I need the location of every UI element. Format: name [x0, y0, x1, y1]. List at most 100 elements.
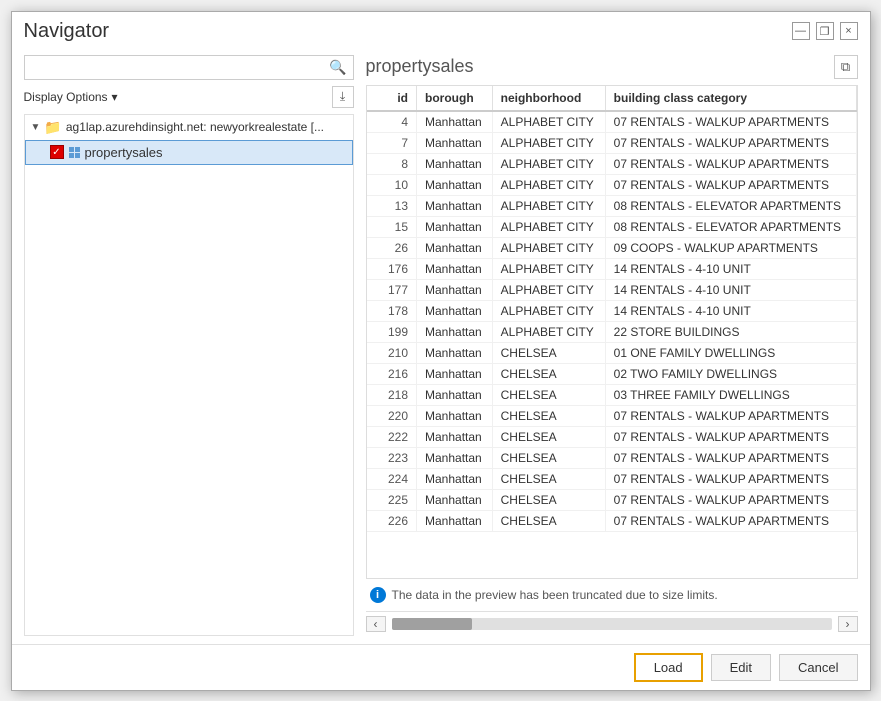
minimize-button[interactable]: —: [792, 22, 810, 40]
dialog-title: Navigator: [24, 20, 110, 43]
cell-neighborhood: CHELSEA: [492, 384, 605, 405]
col-header-id: id: [367, 86, 417, 111]
table-row: 210 Manhattan CHELSEA 01 ONE FAMILY DWEL…: [367, 342, 857, 363]
cell-borough: Manhattan: [417, 405, 493, 426]
tree-expand-icon: ▼: [31, 122, 41, 133]
cell-id: 199: [367, 321, 417, 342]
cell-borough: Manhattan: [417, 174, 493, 195]
cell-id: 178: [367, 300, 417, 321]
cell-neighborhood: ALPHABET CITY: [492, 258, 605, 279]
close-button[interactable]: ×: [840, 22, 858, 40]
restore-button[interactable]: ❐: [816, 22, 834, 40]
edit-button[interactable]: Edit: [711, 654, 771, 681]
cell-neighborhood: ALPHABET CITY: [492, 300, 605, 321]
display-options-label: Display Options: [24, 90, 108, 104]
cell-category: 14 RENTALS - 4-10 UNIT: [605, 279, 856, 300]
cell-borough: Manhattan: [417, 447, 493, 468]
tree-table-node[interactable]: ✓ propertysales: [25, 140, 353, 165]
cell-category: 14 RENTALS - 4-10 UNIT: [605, 258, 856, 279]
server-label: ag1lap.azurehdinsight.net: newyorkreales…: [66, 120, 347, 134]
load-button[interactable]: Load: [634, 653, 703, 682]
table-header-row: id borough neighborhood building class c…: [367, 86, 857, 111]
cell-id: 4: [367, 111, 417, 133]
cell-id: 26: [367, 237, 417, 258]
cell-id: 222: [367, 426, 417, 447]
import-button[interactable]: ⤓: [332, 86, 354, 108]
cell-borough: Manhattan: [417, 300, 493, 321]
preview-title: propertysales: [366, 56, 474, 77]
cell-borough: Manhattan: [417, 384, 493, 405]
table-row: 220 Manhattan CHELSEA 07 RENTALS - WALKU…: [367, 405, 857, 426]
cell-id: 216: [367, 363, 417, 384]
cell-id: 210: [367, 342, 417, 363]
copy-icon: ⧉: [841, 59, 850, 75]
cell-neighborhood: CHELSEA: [492, 363, 605, 384]
cell-borough: Manhattan: [417, 342, 493, 363]
cell-id: 15: [367, 216, 417, 237]
tree-area: ▼ 📁 ag1lap.azurehdinsight.net: newyorkre…: [24, 114, 354, 636]
table-row: 199 Manhattan ALPHABET CITY 22 STORE BUI…: [367, 321, 857, 342]
title-bar-controls: — ❐ ×: [792, 22, 858, 40]
table-row: 177 Manhattan ALPHABET CITY 14 RENTALS -…: [367, 279, 857, 300]
table-row: 226 Manhattan CHELSEA 07 RENTALS - WALKU…: [367, 510, 857, 531]
table-row: 13 Manhattan ALPHABET CITY 08 RENTALS - …: [367, 195, 857, 216]
table-row: 26 Manhattan ALPHABET CITY 09 COOPS - WA…: [367, 237, 857, 258]
table-row: 10 Manhattan ALPHABET CITY 07 RENTALS - …: [367, 174, 857, 195]
tree-server-node[interactable]: ▼ 📁 ag1lap.azurehdinsight.net: newyorkre…: [25, 115, 353, 140]
truncated-notice: i The data in the preview has been trunc…: [366, 579, 858, 611]
cell-neighborhood: ALPHABET CITY: [492, 321, 605, 342]
cell-id: 224: [367, 468, 417, 489]
preview-header: propertysales ⧉: [366, 55, 858, 79]
cell-category: 08 RENTALS - ELEVATOR APARTMENTS: [605, 195, 856, 216]
info-icon: i: [370, 587, 386, 603]
horizontal-scrollbar[interactable]: ‹ ›: [366, 611, 858, 636]
scroll-thumb[interactable]: [392, 618, 472, 630]
cell-category: 07 RENTALS - WALKUP APARTMENTS: [605, 132, 856, 153]
cell-borough: Manhattan: [417, 363, 493, 384]
cell-neighborhood: ALPHABET CITY: [492, 111, 605, 133]
cell-borough: Manhattan: [417, 132, 493, 153]
preview-copy-button[interactable]: ⧉: [834, 55, 858, 79]
cell-category: 02 TWO FAMILY DWELLINGS: [605, 363, 856, 384]
table-row: 224 Manhattan CHELSEA 07 RENTALS - WALKU…: [367, 468, 857, 489]
title-bar: Navigator — ❐ ×: [12, 12, 870, 47]
cell-category: 07 RENTALS - WALKUP APARTMENTS: [605, 426, 856, 447]
cell-neighborhood: CHELSEA: [492, 342, 605, 363]
cell-id: 220: [367, 405, 417, 426]
table-row: 7 Manhattan ALPHABET CITY 07 RENTALS - W…: [367, 132, 857, 153]
table-row: 178 Manhattan ALPHABET CITY 14 RENTALS -…: [367, 300, 857, 321]
cell-neighborhood: CHELSEA: [492, 468, 605, 489]
table-row: 218 Manhattan CHELSEA 03 THREE FAMILY DW…: [367, 384, 857, 405]
cell-category: 07 RENTALS - WALKUP APARTMENTS: [605, 447, 856, 468]
table-grid-icon: [69, 147, 80, 158]
checkbox-checked-icon[interactable]: ✓: [50, 145, 64, 159]
scroll-right-arrow[interactable]: ›: [838, 616, 858, 632]
cancel-button[interactable]: Cancel: [779, 654, 857, 681]
scroll-left-arrow[interactable]: ‹: [366, 616, 386, 632]
cell-category: 14 RENTALS - 4-10 UNIT: [605, 300, 856, 321]
cell-borough: Manhattan: [417, 468, 493, 489]
cell-neighborhood: ALPHABET CITY: [492, 216, 605, 237]
cell-borough: Manhattan: [417, 237, 493, 258]
col-header-neighborhood: neighborhood: [492, 86, 605, 111]
cell-neighborhood: CHELSEA: [492, 405, 605, 426]
cell-borough: Manhattan: [417, 216, 493, 237]
cell-neighborhood: CHELSEA: [492, 426, 605, 447]
cell-category: 07 RENTALS - WALKUP APARTMENTS: [605, 111, 856, 133]
left-panel: 🔍 Display Options ▾ ⤓ ▼ 📁 ag1lap.azurehd: [24, 55, 354, 636]
search-input[interactable]: [31, 60, 330, 75]
table-row: 222 Manhattan CHELSEA 07 RENTALS - WALKU…: [367, 426, 857, 447]
table-row: 8 Manhattan ALPHABET CITY 07 RENTALS - W…: [367, 153, 857, 174]
display-options-button[interactable]: Display Options ▾: [24, 90, 118, 104]
dialog-body: 🔍 Display Options ▾ ⤓ ▼ 📁 ag1lap.azurehd: [12, 47, 870, 644]
scroll-track[interactable]: [392, 618, 832, 630]
cell-neighborhood: ALPHABET CITY: [492, 174, 605, 195]
cell-category: 22 STORE BUILDINGS: [605, 321, 856, 342]
cell-category: 08 RENTALS - ELEVATOR APARTMENTS: [605, 216, 856, 237]
cell-id: 7: [367, 132, 417, 153]
cell-category: 07 RENTALS - WALKUP APARTMENTS: [605, 174, 856, 195]
data-table-container[interactable]: id borough neighborhood building class c…: [366, 85, 858, 579]
cell-id: 10: [367, 174, 417, 195]
cell-category: 07 RENTALS - WALKUP APARTMENTS: [605, 468, 856, 489]
chevron-down-icon: ▾: [112, 90, 118, 104]
